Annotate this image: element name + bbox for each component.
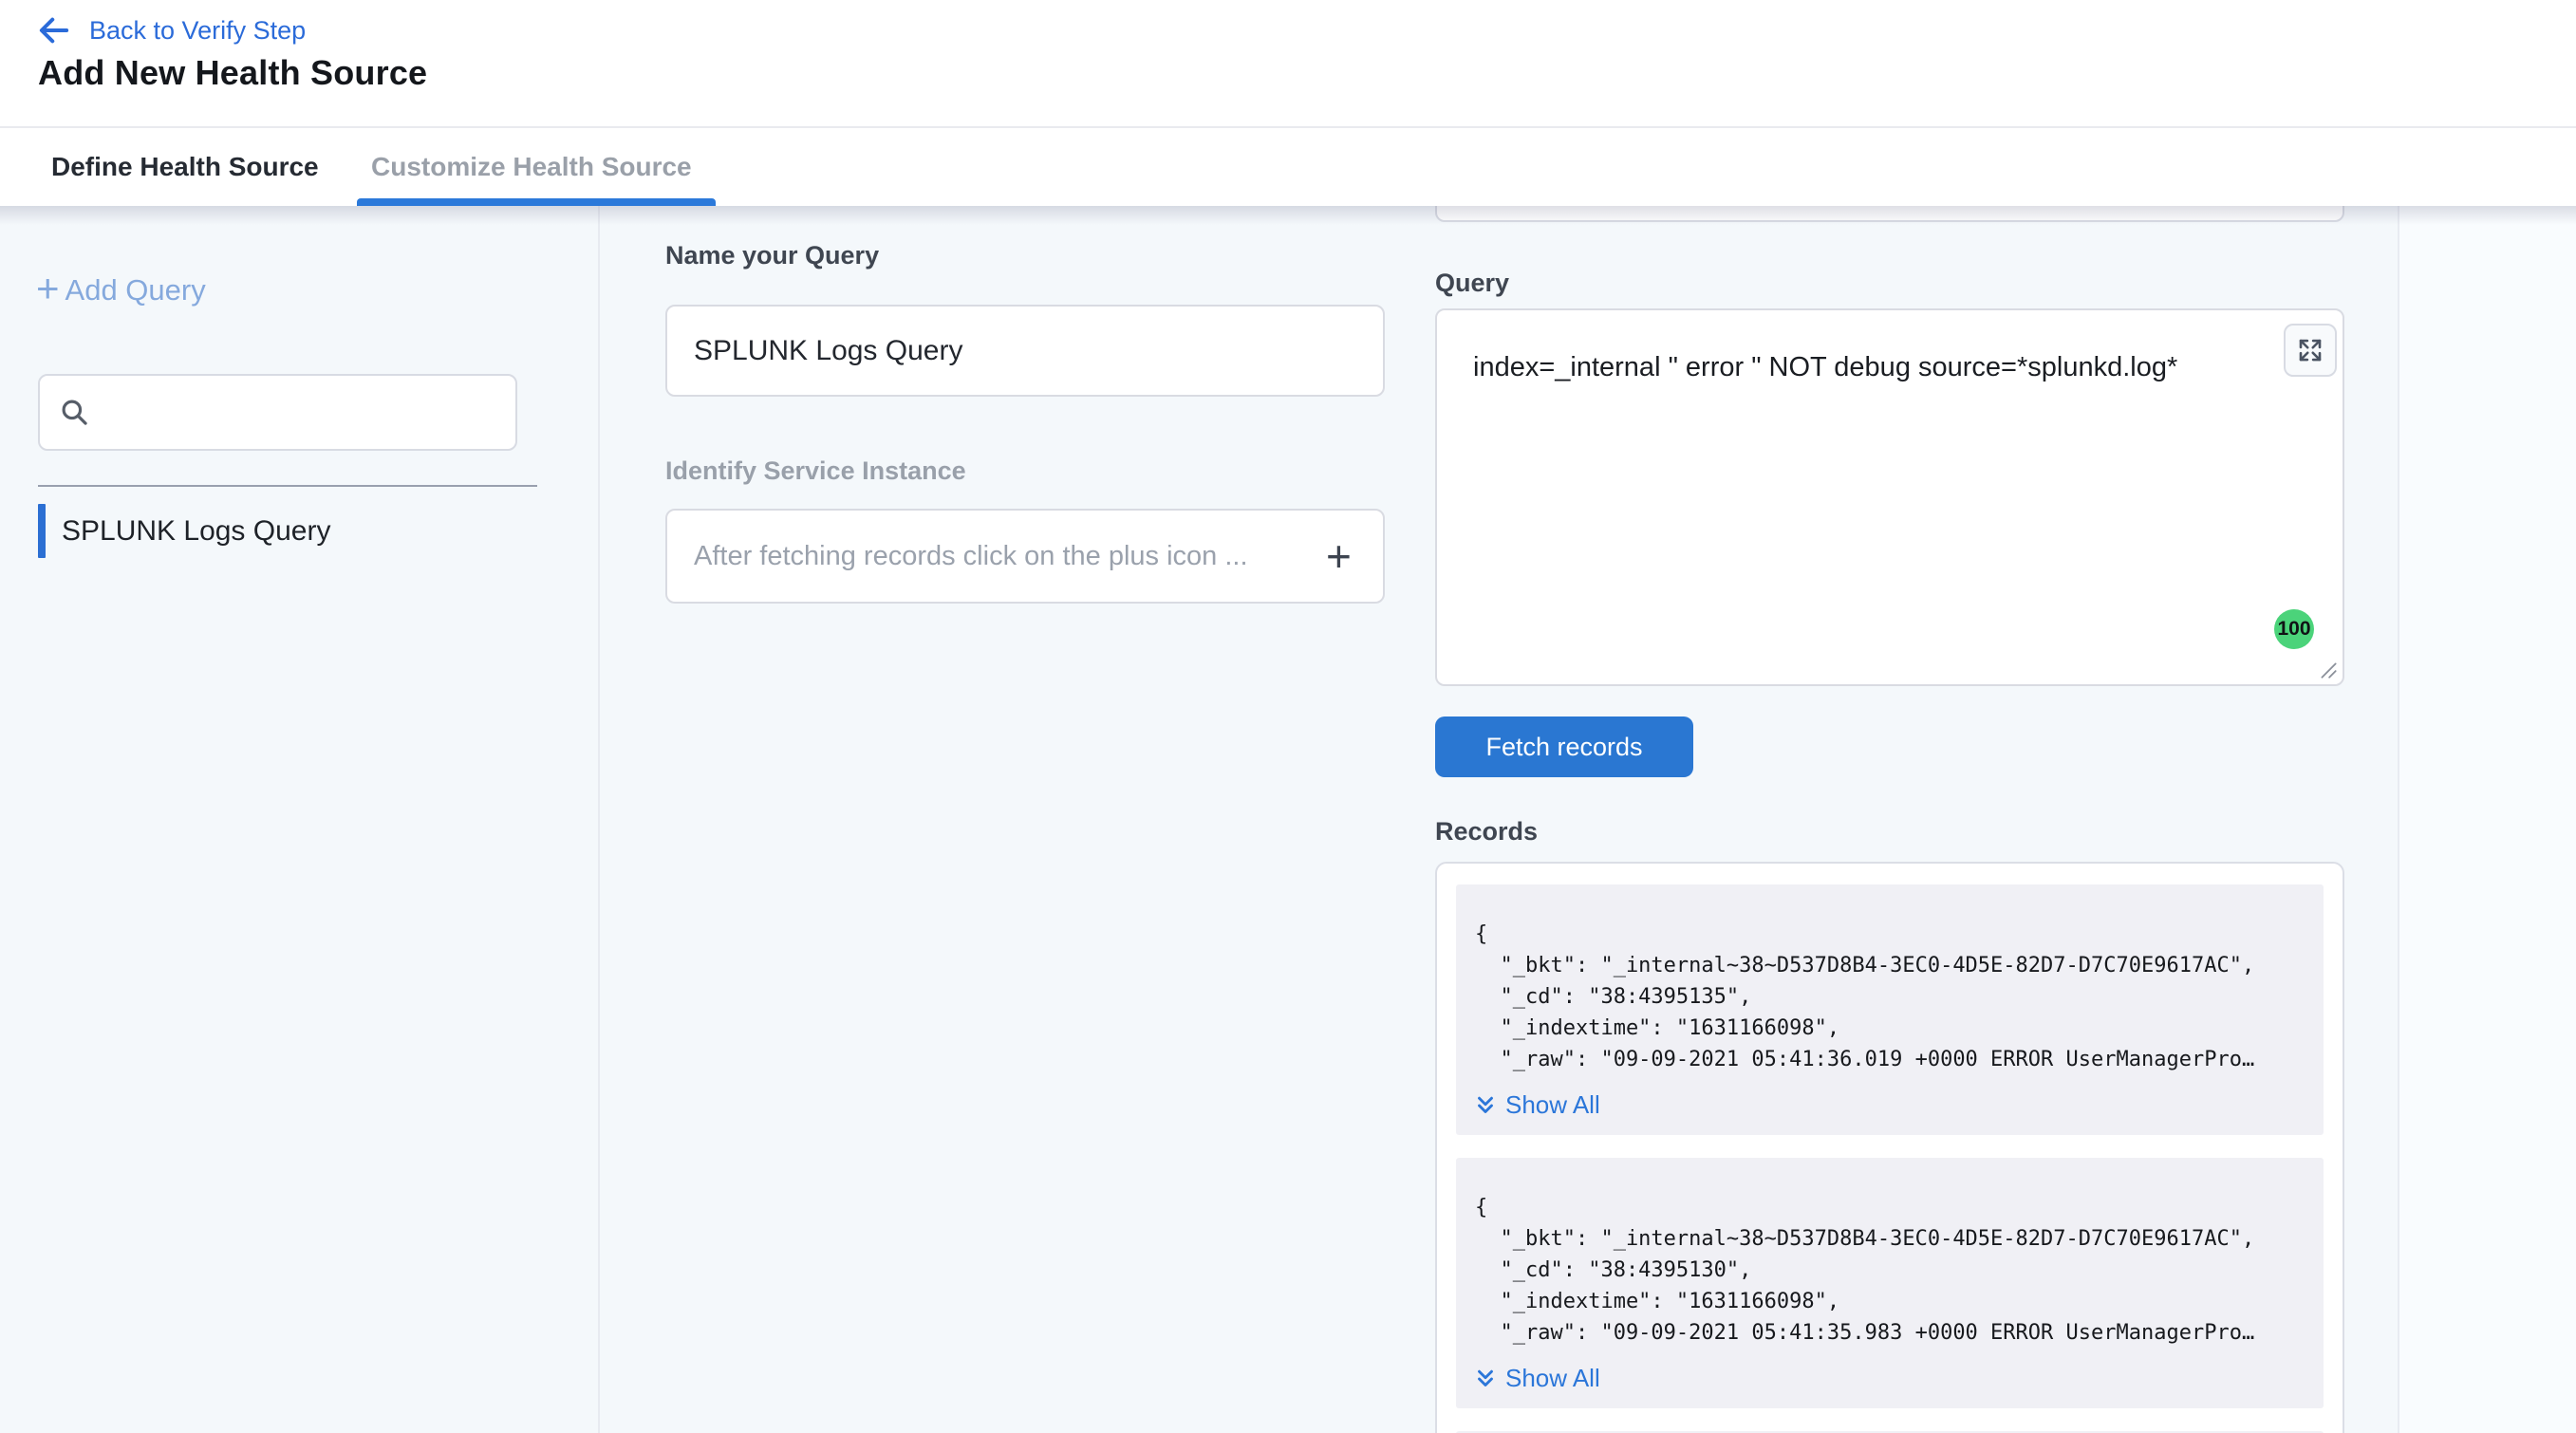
- back-to-verify-step-link[interactable]: Back to Verify Step: [34, 9, 306, 51]
- query-editor: index=_internal " error " NOT debug sour…: [1435, 308, 2344, 686]
- plus-icon: +: [36, 269, 60, 308]
- add-query-button[interactable]: + Add Query: [36, 269, 206, 312]
- textarea-resize-handle[interactable]: [2318, 660, 2339, 680]
- records-container: { "_bkt": "_internal~38~D537D8B4-3EC0-4D…: [1435, 862, 2344, 1433]
- double-chevron-down-icon: [1473, 1093, 1498, 1118]
- query-textarea[interactable]: index=_internal " error " NOT debug sour…: [1435, 308, 2344, 686]
- service-instance-input[interactable]: [667, 541, 1326, 572]
- fetch-records-button[interactable]: Fetch records: [1435, 716, 1693, 777]
- query-search-box: [38, 374, 517, 451]
- record-card: { "_bkt": "_internal~38~D537D8B4-3EC0-4D…: [1456, 884, 2324, 1135]
- record-card: { "_bkt": "_internal~38~D537D8B4-3EC0-4D…: [1456, 1158, 2324, 1408]
- selected-indicator-bar: [38, 504, 46, 558]
- double-chevron-down-icon: [1473, 1367, 1498, 1391]
- show-all-label: Show All: [1505, 1364, 1600, 1393]
- record-count-badge: 100: [2274, 609, 2314, 649]
- panel-vertical-divider: [2398, 190, 2399, 1433]
- right-gutter: [2399, 206, 2576, 1433]
- query-item-label: SPLUNK Logs Query: [62, 515, 330, 548]
- add-query-label: Add Query: [65, 273, 206, 307]
- record-json: { "_bkt": "_internal~38~D537D8B4-3EC0-4D…: [1456, 1158, 2324, 1349]
- sidebar-divider: [38, 485, 537, 487]
- name-query-label: Name your Query: [665, 241, 879, 270]
- page-title: Add New Health Source: [38, 53, 427, 93]
- active-tab-underline: [357, 198, 716, 206]
- query-label: Query: [1435, 269, 1509, 298]
- records-label: Records: [1435, 817, 1538, 847]
- sidebar-item-splunk-logs-query[interactable]: SPLUNK Logs Query: [38, 504, 532, 558]
- page-header: Back to Verify Step Add New Health Sourc…: [0, 0, 2576, 126]
- expand-icon: [2296, 336, 2324, 364]
- tab-customize-health-source[interactable]: Customize Health Source: [371, 128, 692, 206]
- search-icon: [57, 395, 93, 431]
- expand-query-button[interactable]: [2284, 324, 2337, 377]
- search-input[interactable]: [93, 397, 515, 428]
- add-service-instance-button[interactable]: +: [1326, 511, 1383, 602]
- query-name-input[interactable]: [665, 305, 1385, 397]
- show-all-label: Show All: [1505, 1090, 1600, 1120]
- record-json: { "_bkt": "_internal~38~D537D8B4-3EC0-4D…: [1456, 884, 2324, 1075]
- sidebar-vertical-divider: [598, 206, 600, 1433]
- show-all-link[interactable]: Show All: [1473, 1364, 1600, 1393]
- service-instance-label: Identify Service Instance: [665, 456, 966, 486]
- show-all-link[interactable]: Show All: [1473, 1090, 1600, 1120]
- tab-bar: Define Health Source Customize Health So…: [0, 126, 2576, 206]
- back-link-label: Back to Verify Step: [89, 9, 306, 51]
- back-arrow-icon: [34, 10, 74, 50]
- add-health-source-page: + Add Query SPLUNK Logs Query Name your …: [0, 0, 2576, 1433]
- service-instance-field: +: [665, 509, 1385, 604]
- tab-define-health-source[interactable]: Define Health Source: [51, 128, 319, 206]
